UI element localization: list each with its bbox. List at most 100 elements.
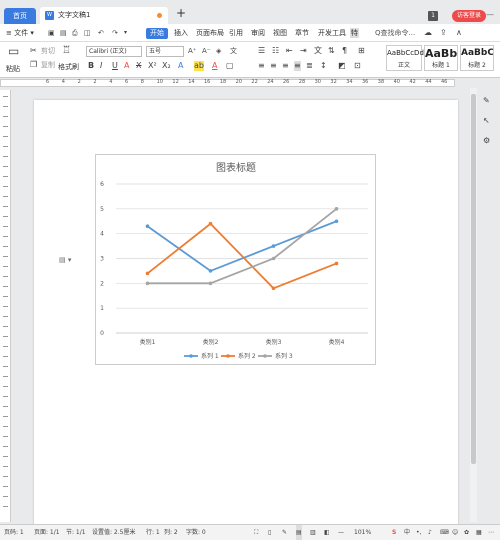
zoom-out-button[interactable]: — bbox=[338, 525, 344, 540]
superscript-icon[interactable]: X² bbox=[148, 61, 157, 71]
ime-voice-icon[interactable]: ♪ bbox=[428, 525, 432, 540]
ime-skin-icon[interactable]: ✿ bbox=[464, 525, 469, 540]
guest-login-button[interactable]: 访客登录 bbox=[452, 10, 486, 22]
subscript-icon[interactable]: X₂ bbox=[162, 61, 171, 71]
side-select-icon[interactable]: ↖ bbox=[483, 116, 490, 126]
shading-icon[interactable]: ◩ bbox=[338, 61, 346, 71]
menu-tab-review[interactable]: 审阅 bbox=[251, 24, 265, 42]
copy-icon[interactable]: ❐ bbox=[30, 60, 37, 70]
ime-icon[interactable]: S bbox=[392, 525, 396, 540]
document-tab[interactable]: W 文字文稿1 bbox=[40, 7, 168, 24]
ime-keyboard-icon[interactable]: ⌨ bbox=[440, 525, 449, 540]
strikethrough-icon[interactable]: X bbox=[136, 61, 141, 71]
read-view-icon[interactable]: ◧ bbox=[324, 525, 330, 540]
edit-view-icon[interactable]: ✎ bbox=[282, 525, 287, 540]
ruler-number: 18 bbox=[219, 79, 227, 85]
menu-tab-page-layout[interactable]: 页面布局 bbox=[196, 24, 224, 42]
layout-view-icon[interactable]: ▯ bbox=[268, 525, 271, 540]
borders-icon[interactable]: ⊡ bbox=[354, 61, 361, 71]
style-heading-1[interactable]: AaBb 标题 1 bbox=[424, 45, 458, 71]
underline-icon[interactable]: U bbox=[112, 61, 118, 71]
page-view-icon[interactable]: ▤ bbox=[296, 525, 302, 540]
ime-punct-icon[interactable]: •, bbox=[416, 525, 421, 540]
menu-tab-home[interactable]: 开始 bbox=[146, 28, 168, 39]
vertical-ruler[interactable] bbox=[0, 90, 11, 522]
save-icon[interactable]: ▣ bbox=[48, 28, 55, 38]
undo-icon[interactable]: ↶ bbox=[98, 28, 104, 38]
font-name-select[interactable]: Calibri (正文) bbox=[86, 46, 142, 57]
numbered-list-icon[interactable]: ☷ bbox=[272, 46, 279, 56]
clear-format-icon[interactable]: ◈ bbox=[216, 46, 221, 56]
side-format-icon[interactable]: ⚙ bbox=[483, 136, 490, 146]
collapse-ribbon-icon[interactable]: ∧ bbox=[456, 28, 462, 38]
ime-mode-icon[interactable]: 中 bbox=[404, 525, 410, 540]
chinese-layout-icon[interactable]: 文 bbox=[314, 46, 322, 56]
special-features-button[interactable]: 特 bbox=[350, 28, 359, 38]
format-painter-label[interactable]: 格式刷 bbox=[58, 62, 79, 72]
print-icon[interactable]: ⎙ bbox=[72, 28, 78, 38]
open-icon[interactable]: ▤ bbox=[60, 28, 67, 38]
line-spacing-icon[interactable]: ↕ bbox=[320, 61, 327, 71]
table-icon[interactable]: ⊞ bbox=[358, 46, 365, 56]
ime-more-icon[interactable]: ⋯ bbox=[488, 525, 494, 540]
distributed-icon[interactable]: ≣ bbox=[306, 61, 313, 71]
font-color-quick-icon[interactable]: A bbox=[124, 61, 129, 71]
home-tab[interactable]: 首页 bbox=[4, 8, 36, 24]
search-command-input[interactable]: Q查找命令... bbox=[375, 24, 415, 42]
preview-icon[interactable]: ◫ bbox=[84, 28, 91, 38]
scrollbar-thumb[interactable] bbox=[471, 94, 476, 464]
cloud-icon[interactable]: ☁ bbox=[424, 28, 432, 38]
status-words[interactable]: 字数: 0 bbox=[186, 525, 206, 540]
increase-indent-icon[interactable]: ⇥ bbox=[300, 46, 307, 56]
align-right-icon[interactable]: ≡ bbox=[282, 61, 289, 71]
align-left-icon[interactable]: ≡ bbox=[258, 61, 265, 71]
cut-label[interactable]: 剪切 bbox=[41, 46, 55, 56]
char-border-icon[interactable]: ▢ bbox=[226, 61, 234, 71]
highlight-icon[interactable]: ab bbox=[194, 61, 204, 71]
menu-tab-view[interactable]: 视图 bbox=[273, 24, 287, 42]
side-style-icon[interactable]: ✎ bbox=[483, 96, 490, 106]
grow-font-icon[interactable]: A⁺ bbox=[188, 46, 196, 56]
align-center-icon[interactable]: ≡ bbox=[270, 61, 277, 71]
format-painter-icon[interactable]: ♖ bbox=[62, 46, 71, 56]
zoom-level[interactable]: 101% bbox=[354, 525, 371, 540]
font-size-select[interactable]: 五号 bbox=[146, 46, 184, 57]
menu-tab-insert[interactable]: 插入 bbox=[174, 24, 188, 42]
cut-icon[interactable]: ✂ bbox=[30, 46, 37, 56]
style-heading-2[interactable]: AaBbC 标题 2 bbox=[460, 45, 494, 71]
decrease-indent-icon[interactable]: ⇤ bbox=[286, 46, 293, 56]
bullet-list-icon[interactable]: ☰ bbox=[258, 46, 265, 56]
ime-user-icon[interactable]: ☺ bbox=[452, 525, 458, 540]
window-count-badge[interactable]: 1 bbox=[428, 11, 438, 21]
web-view-icon[interactable]: ▥ bbox=[310, 525, 316, 540]
paste-icon[interactable]: ▭ bbox=[8, 45, 19, 57]
italic-icon[interactable]: I bbox=[100, 61, 102, 71]
ime-tool-icon[interactable]: ▦ bbox=[476, 525, 482, 540]
justify-icon[interactable]: ≡ bbox=[294, 61, 301, 71]
file-menu[interactable]: ≡ 文件 ▾ bbox=[6, 24, 34, 42]
copy-label[interactable]: 复制 bbox=[41, 60, 55, 70]
style-normal[interactable]: AaBbCcDd 正文 bbox=[386, 45, 424, 71]
status-section: 节: 1/1 bbox=[66, 529, 86, 536]
paste-label[interactable]: 粘贴 bbox=[6, 64, 20, 74]
horizontal-ruler[interactable]: 6 4 2 2 4 6 8 10 12 14 16 18 20 22 24 26 28 30 32 34 36 38 40 4… bbox=[0, 78, 500, 88]
menu-tab-chapter[interactable]: 章节 bbox=[295, 24, 309, 42]
new-tab-button[interactable]: + bbox=[176, 6, 186, 20]
show-marks-icon[interactable]: ¶ bbox=[342, 46, 347, 56]
share-icon[interactable]: ⇪ bbox=[440, 28, 447, 38]
line-chart[interactable]: 图表标题 0 1 2 3 4 5 6 类别1 类别2 类别3 类别4 系列 1 系列 2 系列 3 bbox=[95, 154, 376, 365]
menu-tab-developer[interactable]: 开发工具 bbox=[318, 24, 346, 42]
minimize-icon[interactable]: — bbox=[486, 10, 494, 19]
pinyin-icon[interactable]: 文 bbox=[230, 46, 237, 56]
redo-icon[interactable]: ↷ bbox=[112, 28, 118, 38]
shrink-font-icon[interactable]: A⁻ bbox=[202, 46, 210, 56]
menu-tab-references[interactable]: 引用 bbox=[229, 24, 243, 42]
sort-icon[interactable]: ⇅ bbox=[328, 46, 335, 56]
more-icon[interactable]: ▾ bbox=[124, 28, 127, 38]
font-color-icon[interactable]: A bbox=[212, 61, 217, 71]
text-effect-icon[interactable]: A bbox=[178, 61, 183, 71]
vertical-scrollbar[interactable] bbox=[470, 88, 477, 522]
bold-icon[interactable]: B bbox=[88, 61, 94, 71]
fullscreen-icon[interactable]: ⛶ bbox=[254, 525, 258, 540]
paragraph-layout-icon[interactable]: ▤ ▾ bbox=[59, 256, 71, 264]
